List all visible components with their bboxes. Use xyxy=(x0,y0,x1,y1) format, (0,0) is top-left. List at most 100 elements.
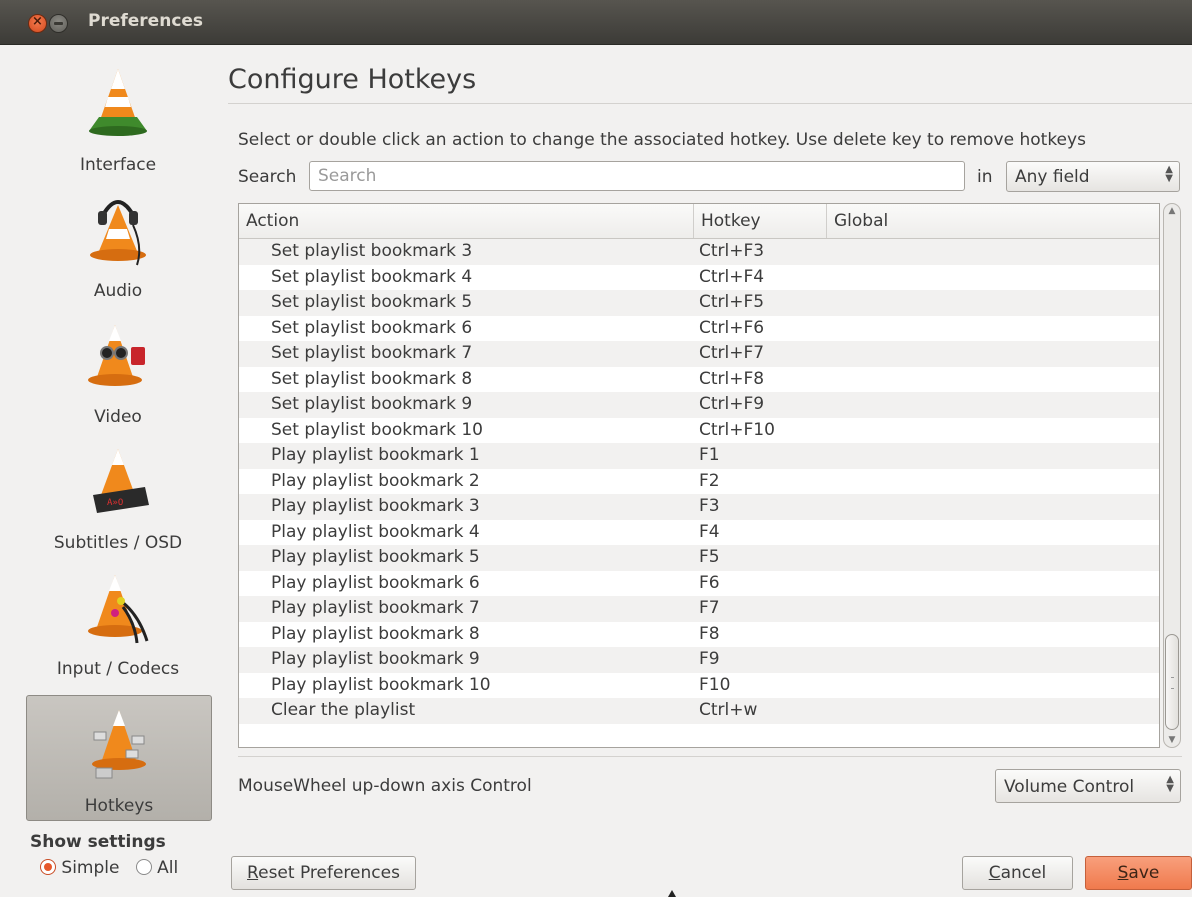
hotkeys-table[interactable]: Action Hotkey Global Set playlist bookma… xyxy=(238,203,1160,748)
close-window-button[interactable]: × xyxy=(28,14,47,33)
search-field-value: Any field xyxy=(1015,167,1090,187)
mnemonic-letter: S xyxy=(1117,863,1129,883)
cell-action: Set playlist bookmark 5 xyxy=(271,292,473,312)
table-row[interactable]: Set playlist bookmark 6 Ctrl+F6 xyxy=(239,315,1159,341)
cell-action: Set playlist bookmark 9 xyxy=(271,394,473,414)
vlc-cone-glasses-icon xyxy=(88,325,145,386)
search-label: Search xyxy=(238,167,297,187)
cell-hotkey: F9 xyxy=(699,649,720,669)
cell-action: Set playlist bookmark 8 xyxy=(271,368,473,389)
bottom-separator xyxy=(238,756,1182,757)
cell-action: Play playlist bookmark 6 xyxy=(271,572,480,593)
grip-icon xyxy=(1171,677,1174,689)
save-button[interactable]: Save xyxy=(1085,856,1192,890)
cell-action: Play playlist bookmark 1 xyxy=(271,445,480,465)
window-titlebar: × Preferences xyxy=(0,0,1192,45)
mnemonic-letter: C xyxy=(988,863,1001,883)
table-row[interactable]: Set playlist bookmark 3 Ctrl+F3 xyxy=(239,239,1159,265)
table-row[interactable]: Set playlist bookmark 8 Ctrl+F8 xyxy=(239,366,1159,392)
table-row[interactable]: Play playlist bookmark 4 F4 xyxy=(239,519,1159,545)
table-row[interactable]: Set playlist bookmark 4 Ctrl+F4 xyxy=(239,264,1159,290)
mousewheel-value: Volume Control xyxy=(1004,777,1135,797)
cancel-button[interactable]: Cancel xyxy=(962,856,1073,890)
table-row[interactable]: Play playlist bookmark 7 F7 xyxy=(239,596,1159,622)
table-row[interactable]: Set playlist bookmark 10 Ctrl+F10 xyxy=(239,417,1159,443)
table-row[interactable] xyxy=(239,723,1159,747)
preferences-sidebar: Interface Audio Video A»О Subtitles / OS… xyxy=(0,45,222,897)
table-row[interactable]: Play playlist bookmark 10 F10 xyxy=(239,672,1159,698)
mouse-cursor-icon xyxy=(668,890,676,897)
cell-action: Play playlist bookmark 3 xyxy=(271,496,480,516)
cell-hotkey: Ctrl+F7 xyxy=(699,343,765,363)
page-title: Configure Hotkeys xyxy=(228,64,477,95)
search-input[interactable] xyxy=(309,161,965,191)
table-row[interactable]: Clear the playlist Ctrl+w xyxy=(239,698,1159,724)
cell-hotkey: F1 xyxy=(699,445,720,465)
scroll-up-icon[interactable]: ▲ xyxy=(1164,206,1180,216)
updown-arrows-icon: ▲ ▼ xyxy=(1166,774,1174,794)
table-row[interactable]: Play playlist bookmark 5 F5 xyxy=(239,545,1159,571)
cell-action: Play playlist bookmark 4 xyxy=(271,521,480,542)
updown-arrows-icon: ▲ ▼ xyxy=(1165,164,1173,184)
table-row[interactable]: Play playlist bookmark 6 F6 xyxy=(239,570,1159,596)
column-header-hotkey[interactable]: Hotkey xyxy=(694,204,827,238)
sidebar-item-hotkeys[interactable]: Hotkeys xyxy=(26,695,212,821)
sidebar-item-label: Audio xyxy=(93,281,143,301)
cell-hotkey: Ctrl+F10 xyxy=(699,419,775,440)
cell-action: Set playlist bookmark 4 xyxy=(271,266,473,287)
scrollbar-thumb[interactable] xyxy=(1165,634,1179,730)
sidebar-item-video[interactable]: Video xyxy=(26,307,210,431)
vlc-cone-cables-icon xyxy=(88,575,149,644)
close-icon: × xyxy=(32,14,43,29)
table-row[interactable]: Set playlist bookmark 9 Ctrl+F9 xyxy=(239,392,1159,418)
reset-preferences-button[interactable]: Reset Preferences xyxy=(231,856,416,890)
mousewheel-label: MouseWheel up-down axis Control xyxy=(238,776,532,796)
cell-hotkey: F2 xyxy=(699,470,720,491)
table-row[interactable]: Play playlist bookmark 1 F1 xyxy=(239,443,1159,469)
search-field-select[interactable]: Any field ▲ ▼ xyxy=(1006,161,1180,192)
table-row[interactable]: Play playlist bookmark 9 F9 xyxy=(239,647,1159,673)
cell-action: Play playlist bookmark 8 xyxy=(271,623,480,644)
table-scrollbar[interactable]: ▲ ▼ xyxy=(1163,203,1181,748)
simple-radio-label[interactable]: Simple xyxy=(61,858,119,878)
cell-hotkey: F5 xyxy=(699,547,720,567)
cell-hotkey: F4 xyxy=(699,521,720,542)
heading-separator xyxy=(228,103,1192,104)
cell-action: Set playlist bookmark 6 xyxy=(271,317,473,338)
cell-action: Set playlist bookmark 3 xyxy=(271,241,473,261)
sidebar-item-input-codecs[interactable]: Input / Codecs xyxy=(26,559,210,683)
cell-action: Set playlist bookmark 10 xyxy=(271,419,483,440)
instructions-text: Select or double click an action to chan… xyxy=(238,130,1086,150)
cell-action: Play playlist bookmark 9 xyxy=(271,649,480,669)
table-row[interactable]: Set playlist bookmark 7 Ctrl+F7 xyxy=(239,341,1159,367)
cell-hotkey: Ctrl+w xyxy=(699,700,758,720)
cell-hotkey: F6 xyxy=(699,572,720,593)
mousewheel-select[interactable]: Volume Control ▲ ▼ xyxy=(995,769,1181,803)
cell-action: Play playlist bookmark 7 xyxy=(271,598,480,618)
sidebar-item-subtitles-osd[interactable]: A»О Subtitles / OSD xyxy=(26,433,210,557)
button-label: ancel xyxy=(1000,863,1047,883)
minimize-window-button[interactable] xyxy=(49,14,68,33)
column-header-action[interactable]: Action xyxy=(239,204,694,238)
minimize-icon xyxy=(54,22,63,25)
sidebar-item-audio[interactable]: Audio xyxy=(26,181,210,305)
simple-radio[interactable] xyxy=(40,859,56,875)
cell-hotkey: F3 xyxy=(699,496,720,516)
column-header-global[interactable]: Global xyxy=(827,204,1159,238)
sidebar-item-label: Video xyxy=(94,407,142,427)
table-row[interactable]: Set playlist bookmark 5 Ctrl+F5 xyxy=(239,290,1159,316)
scroll-down-icon[interactable]: ▼ xyxy=(1164,735,1180,745)
cell-hotkey: Ctrl+F3 xyxy=(699,241,765,261)
table-row[interactable]: Play playlist bookmark 8 F8 xyxy=(239,621,1159,647)
cell-hotkey: F7 xyxy=(699,598,720,618)
cell-hotkey: Ctrl+F4 xyxy=(699,266,765,287)
table-row[interactable]: Play playlist bookmark 3 F3 xyxy=(239,494,1159,520)
table-row[interactable]: Play playlist bookmark 2 F2 xyxy=(239,468,1159,494)
window-title: Preferences xyxy=(88,11,204,31)
all-radio-label[interactable]: All xyxy=(157,858,178,878)
all-radio[interactable] xyxy=(135,859,152,875)
mnemonic-letter: R xyxy=(247,863,259,883)
sidebar-item-interface[interactable]: Interface xyxy=(26,55,210,179)
cell-hotkey: Ctrl+F8 xyxy=(699,368,765,389)
sidebar-item-label: Hotkeys xyxy=(84,796,154,816)
